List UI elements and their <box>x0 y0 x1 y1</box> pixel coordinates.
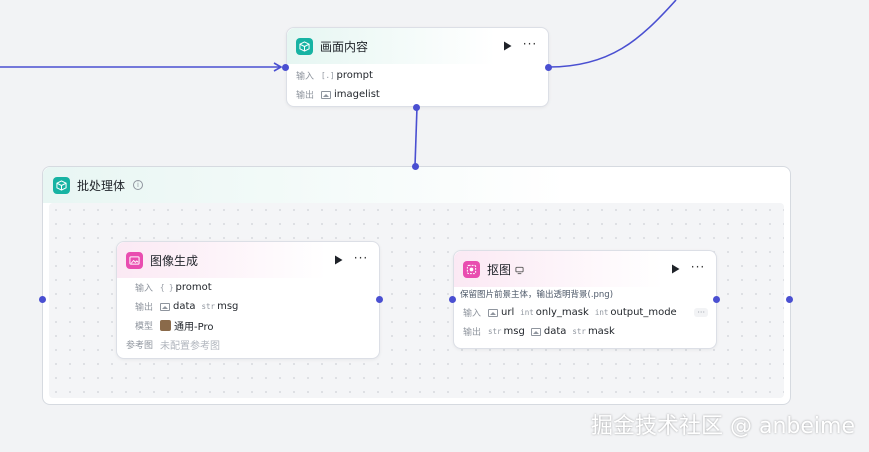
node-image-gen-model-row: 模型 通用-Pro <box>117 316 379 335</box>
image-gen-icon <box>126 251 143 269</box>
input-name: promot <box>175 282 212 293</box>
input-label: 输入 <box>296 72 315 82</box>
output-name: msg <box>217 301 239 312</box>
output-label: 输出 <box>463 328 482 338</box>
output-chip-data: data <box>160 301 196 312</box>
output-chip-data: data <box>530 326 567 337</box>
port-cutout-out[interactable] <box>713 296 720 303</box>
image-icon <box>488 308 498 317</box>
input-chip-only-mask: int only_mask <box>520 307 589 318</box>
edge-content-to-top-right <box>548 0 677 68</box>
port-group-out[interactable] <box>786 296 793 303</box>
port-cutout-in[interactable] <box>449 296 456 303</box>
object-type-icon: { } <box>160 283 174 292</box>
cube-icon <box>53 176 70 194</box>
model-label: 模型 <box>135 322 154 332</box>
int-type-tag: int <box>594 308 609 317</box>
node-content-header: 画面内容 ··· <box>287 28 548 64</box>
output-name: mask <box>587 326 615 337</box>
image-icon <box>530 327 541 336</box>
info-icon[interactable]: i <box>133 180 144 190</box>
model-avatar-icon <box>160 320 171 331</box>
input-name: prompt <box>336 70 373 81</box>
output-chip: imagelist <box>321 89 380 100</box>
port-content-out[interactable] <box>545 64 552 71</box>
node-content-title: 画面内容 <box>320 39 369 54</box>
str-type-tag: str <box>488 327 502 336</box>
input-chip: { } promot <box>160 282 212 293</box>
output-name: imagelist <box>334 89 380 100</box>
node-content[interactable]: 画面内容 ··· 输入 [.] prompt 输出 imagelist <box>286 27 549 107</box>
port-content-bottom[interactable] <box>413 104 420 111</box>
input-label: 输入 <box>463 309 482 319</box>
output-label: 输出 <box>296 91 315 101</box>
port-group-in[interactable] <box>39 296 46 303</box>
node-image-gen-input-row: 输入 { } promot <box>117 278 379 297</box>
str-type-tag: str <box>572 327 586 336</box>
output-chip-msg: str msg <box>488 326 525 337</box>
port-group-top[interactable] <box>412 163 419 170</box>
node-cutout[interactable]: 抠图 ··· 保留图片前景主体，输出透明背景(.png) 输入 url int … <box>453 250 717 349</box>
cube-icon <box>296 37 313 55</box>
output-label: 输出 <box>135 303 154 313</box>
edge-arrow <box>273 62 283 72</box>
port-content-in[interactable] <box>282 64 289 71</box>
play-icon[interactable] <box>668 262 682 276</box>
reference-label: 参考图 <box>126 341 154 351</box>
model-badge-icon <box>515 260 524 279</box>
inputs-more-button[interactable]: ··· <box>694 308 708 317</box>
list-type-icon: [.] <box>321 71 335 80</box>
play-icon[interactable] <box>500 39 514 53</box>
model-chip[interactable]: 通用-Pro <box>160 318 213 333</box>
port-image-gen-out[interactable] <box>376 296 383 303</box>
node-content-input-row: 输入 [.] prompt <box>287 66 548 85</box>
int-type-tag: int <box>520 308 534 317</box>
output-chip-msg: str msg <box>202 301 239 312</box>
edge-content-to-group <box>414 106 418 167</box>
node-cutout-header: 抠图 ··· <box>454 251 716 287</box>
output-name: data <box>173 301 196 312</box>
input-chip-output-mode: int output_mode <box>595 307 677 318</box>
node-cutout-input-row: 输入 url int only_mask int output_mode ··· <box>454 303 716 322</box>
input-label: 输入 <box>135 284 154 294</box>
input-name: output_mode <box>610 307 677 318</box>
cutout-icon <box>463 260 480 278</box>
node-cutout-description: 保留图片前景主体，输出透明背景(.png) <box>460 290 614 300</box>
node-content-output-row: 输出 imagelist <box>287 85 548 104</box>
group-batch-title: 批处理体 <box>77 178 126 193</box>
node-image-gen-header: 图像生成 ··· <box>117 242 379 278</box>
str-type-tag: str <box>201 302 216 311</box>
group-batch-header: 批处理体 i <box>43 167 790 203</box>
node-cutout-output-row: 输出 str msg data str mask <box>454 322 716 341</box>
image-list-icon <box>321 90 331 99</box>
watermark: 掘金技术社区 @ anbeime <box>591 414 855 439</box>
node-image-gen-output-row: 输出 data str msg <box>117 297 379 316</box>
output-chip-mask: str mask <box>572 326 614 337</box>
node-image-gen-title: 图像生成 <box>150 253 199 268</box>
output-name: data <box>543 326 567 337</box>
output-name: msg <box>503 326 525 337</box>
node-image-gen-reference-row: 参考图 未配置参考图 <box>117 335 379 354</box>
reference-value: 未配置参考图 <box>160 341 220 352</box>
input-name: only_mask <box>535 307 589 318</box>
node-cutout-title: 抠图 <box>487 262 512 277</box>
node-image-gen[interactable]: 图像生成 ··· 输入 { } promot 输出 data str msg 模… <box>116 241 380 359</box>
more-icon[interactable]: ··· <box>353 252 369 267</box>
more-icon[interactable]: ··· <box>690 261 706 276</box>
input-chip: [.] prompt <box>321 70 373 81</box>
input-chip-url: url <box>488 307 514 318</box>
image-icon <box>160 302 170 311</box>
play-icon[interactable] <box>331 253 345 267</box>
input-name: url <box>501 307 515 318</box>
model-name: 通用-Pro <box>174 322 214 333</box>
more-icon[interactable]: ··· <box>522 38 538 53</box>
